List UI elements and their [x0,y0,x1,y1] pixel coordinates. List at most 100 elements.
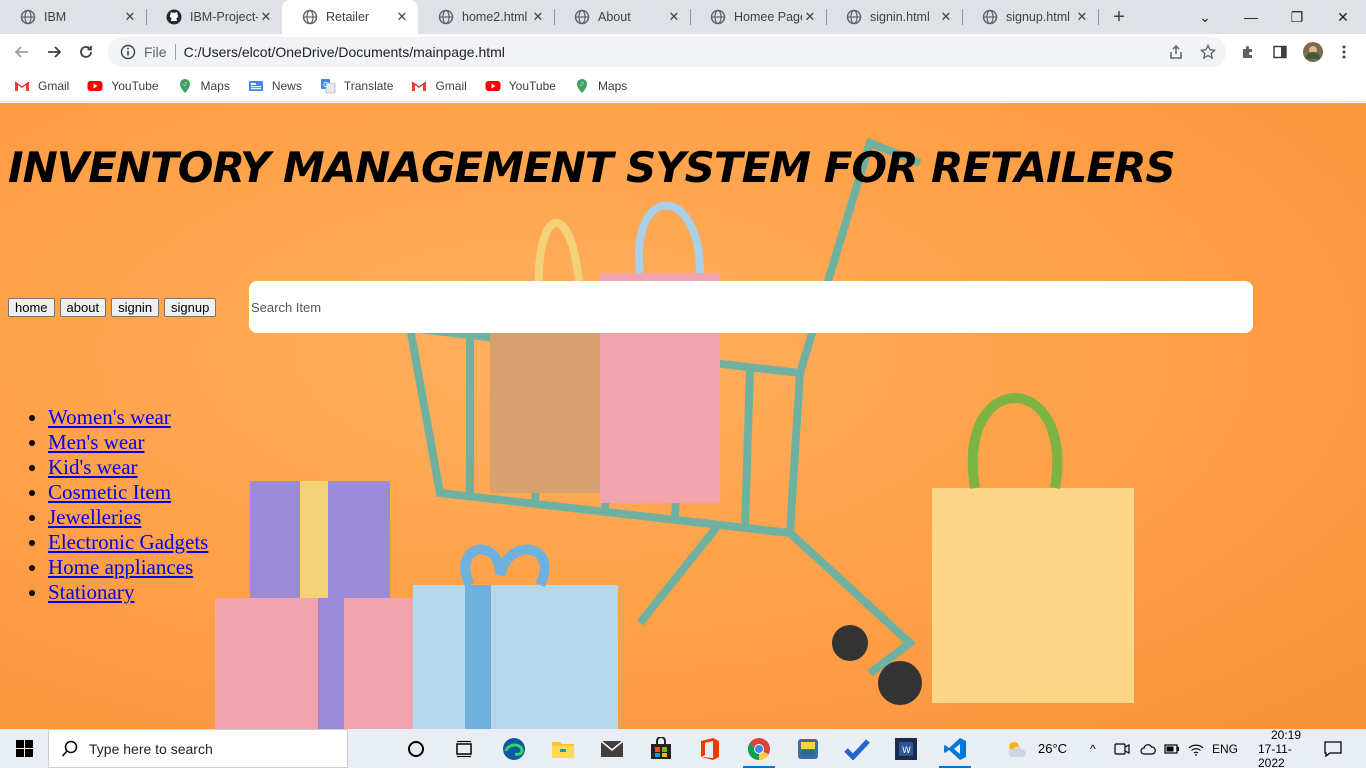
tab-title: IBM-Project-4 [190,10,258,24]
office-icon[interactable] [686,729,734,768]
python-icon[interactable] [784,729,832,768]
category-link-stationary[interactable]: Stationary [48,580,134,604]
edge-browser-icon[interactable] [490,729,538,768]
weather-widget[interactable]: 26°C [1006,729,1067,768]
restore-icon[interactable]: ❐ [1274,0,1320,34]
windows-start-icon[interactable] [0,729,48,768]
profile-avatar[interactable] [1303,42,1323,62]
about-button[interactable]: about [59,298,107,317]
bookmark-label: Gmail [435,78,467,93]
more-menu-icon[interactable] [1334,42,1354,62]
close-icon[interactable]: ✕ [530,9,546,25]
task-view-icon[interactable] [440,729,488,768]
svg-text:G: G [323,81,328,89]
mail-icon[interactable] [588,729,636,768]
omnibox-divider [174,44,176,60]
page-title: INVENTORY MANAGEMENT SYSTEM FOR RETAILER… [8,143,1176,192]
category-link-electronic-gadgets[interactable]: Electronic Gadgets [48,530,208,554]
new-tab-plus-icon[interactable]: + [1108,7,1130,29]
clock-time: 20:19 [1270,727,1302,742]
gift-box-purple [250,481,390,611]
minimize-icon[interactable]: — [1228,0,1274,34]
reload-icon[interactable] [72,38,100,66]
back-arrow-icon[interactable] [8,38,36,66]
youtube-icon [485,80,501,91]
close-icon[interactable]: ✕ [258,9,274,25]
gmail-icon [412,81,427,91]
bookmark-gmail[interactable]: Gmail [14,78,69,94]
wifi-icon[interactable] [1188,729,1204,768]
home-button[interactable]: home [8,298,55,317]
bookmark-maps-2[interactable]: Maps [574,78,627,94]
youtube-icon [87,80,103,91]
category-link-womens-wear[interactable]: Women's wear [48,405,171,429]
side-panel-icon[interactable] [1270,42,1290,62]
tab-title: Retailer [326,10,370,24]
forward-arrow-icon[interactable] [40,38,68,66]
list-item: Jewelleries [48,505,208,530]
tab-signup[interactable]: signup.html ✕ [962,0,1098,34]
cloud-sun-icon [1008,741,1027,757]
tab-title: IBM [44,10,67,24]
bookmark-maps[interactable]: Maps [177,78,230,94]
news-icon [248,80,263,91]
category-link-cosmetic-item[interactable]: Cosmetic Item [48,480,171,504]
category-link-mens-wear[interactable]: Men's wear [48,430,145,454]
share-icon[interactable] [1166,42,1186,62]
globe-icon [20,9,36,25]
tab-title: Homee Page [734,10,802,24]
bookmark-gmail-2[interactable]: Gmail [411,78,467,94]
vscode-icon[interactable] [931,729,979,768]
tab-home2[interactable]: home2.html ✕ [418,0,554,34]
search-item-input[interactable] [249,281,1253,333]
address-bar[interactable]: File C:/Users/elcot/OneDrive/Documents/m… [108,37,1226,67]
onedrive-cloud-icon[interactable] [1140,729,1156,768]
signin-button[interactable]: signin [111,298,160,317]
tab-signin[interactable]: signin.html ✕ [826,0,962,34]
close-icon[interactable]: ✕ [1074,9,1090,25]
close-icon[interactable]: ✕ [394,9,410,25]
category-link-home-appliances[interactable]: Home appliances [48,555,193,579]
tab-title: About [598,10,631,24]
bookmark-translate[interactable]: G Translate [320,78,393,94]
window-close-icon[interactable]: ✕ [1320,0,1366,34]
file-explorer-icon[interactable] [539,729,587,768]
bookmark-news[interactable]: News [248,78,302,94]
gift-box-blue [413,585,618,729]
battery-icon[interactable] [1164,729,1180,768]
language-indicator[interactable]: ENG [1212,729,1238,768]
close-icon[interactable]: ✕ [122,9,138,25]
microsoft-store-icon[interactable] [637,729,685,768]
list-item: Men's wear [48,430,208,455]
taskbar-search-box[interactable]: Type here to search [48,729,348,768]
info-icon[interactable] [120,44,136,60]
show-hidden-icons-chevron-icon[interactable]: ^ [1090,729,1096,768]
url-text[interactable]: C:/Users/elcot/OneDrive/Documents/mainpa… [184,44,505,60]
tab-retailer[interactable]: Retailer ✕ [282,0,418,34]
signup-button[interactable]: signup [164,298,217,317]
close-icon[interactable]: ✕ [802,9,818,25]
close-icon[interactable]: ✕ [666,9,682,25]
bookmark-star-icon[interactable] [1198,42,1218,62]
bookmark-youtube[interactable]: YouTube [87,78,159,94]
meet-now-icon[interactable] [1114,729,1130,768]
chrome-icon[interactable] [735,729,783,768]
todo-checkmark-icon[interactable] [833,729,881,768]
category-link-kids-wear[interactable]: Kid's wear [48,455,138,479]
tab-ibm[interactable]: IBM ✕ [0,0,146,34]
category-link-jewelleries[interactable]: Jewelleries [48,505,141,529]
extensions-puzzle-icon[interactable] [1238,42,1258,62]
tab-ibm-project[interactable]: IBM-Project-4 ✕ [146,0,282,34]
list-item: Electronic Gadgets [48,530,208,555]
tab-about[interactable]: About ✕ [554,0,690,34]
tab-search-chevron-icon[interactable]: ⌄ [1182,0,1228,34]
clock[interactable]: 20:19 17-11-2022 [1258,727,1314,770]
tab-homee-page[interactable]: Homee Page ✕ [690,0,826,34]
task-view-cortana-icon[interactable] [392,729,440,768]
word-app-icon[interactable]: W [882,729,930,768]
tab-strip: IBM ✕ IBM-Project-4 ✕ Retailer ✕ home2.h… [0,0,1366,34]
bookmark-youtube-2[interactable]: YouTube [485,78,556,94]
tab-separator [1098,9,1099,25]
notifications-icon[interactable] [1324,729,1342,768]
close-icon[interactable]: ✕ [938,9,954,25]
